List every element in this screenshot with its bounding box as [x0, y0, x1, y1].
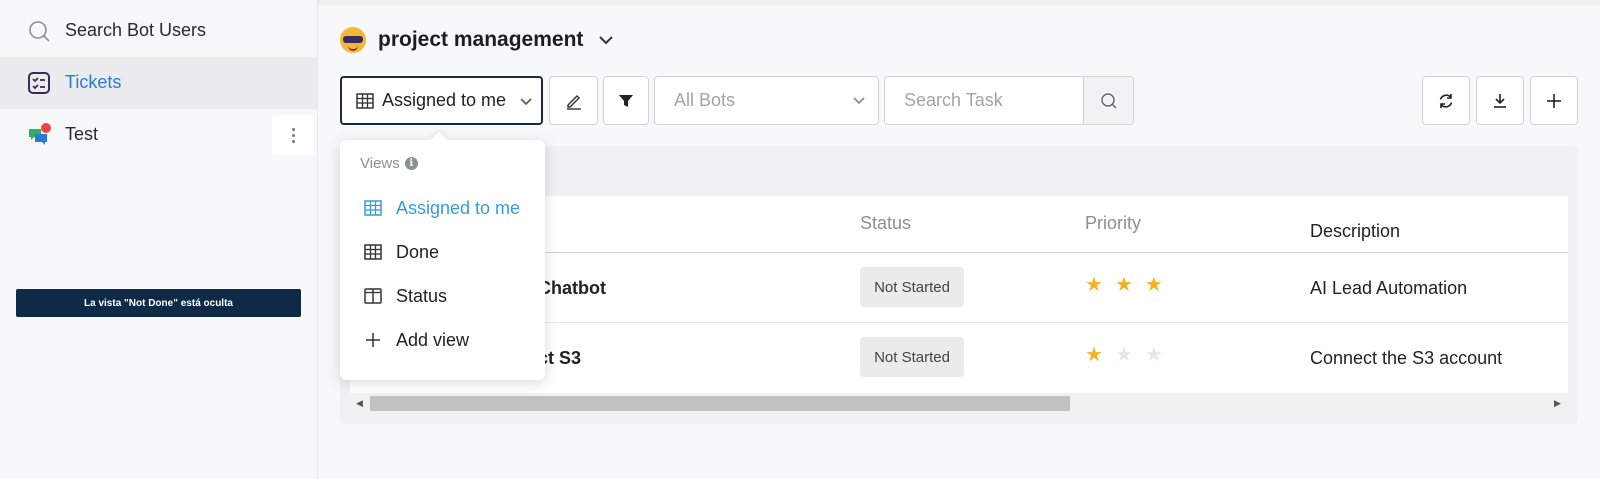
status-badge[interactable]: Not Started [860, 337, 964, 377]
download-icon [1494, 93, 1506, 108]
horizontal-scrollbar[interactable]: ◀ ▶ [350, 393, 1568, 413]
download-button[interactable] [1476, 76, 1524, 125]
scroll-right-icon[interactable]: ▶ [1554, 398, 1561, 409]
views-dropdown: Views i Assigned to me Done Status Add v… [340, 140, 545, 380]
add-view-button[interactable]: Add view [340, 318, 545, 362]
info-icon[interactable]: i [404, 157, 418, 170]
pencil-icon [566, 94, 581, 110]
refresh-icon [1439, 93, 1453, 108]
search-task-field [884, 76, 1134, 125]
filter-icon [619, 94, 633, 107]
column-header-status[interactable]: Status [860, 213, 911, 234]
task-description: Connect the S3 account [1310, 348, 1503, 368]
star-icon[interactable]: ★ [1145, 275, 1163, 295]
chevron-down-icon [520, 98, 532, 106]
sidebar-item-test[interactable]: Test [0, 109, 317, 161]
project-emoji-icon [340, 27, 366, 53]
table-icon [364, 244, 382, 260]
priority-rating[interactable]: ★ ★ ★ [1085, 275, 1163, 295]
star-icon[interactable]: ★ [1145, 345, 1163, 365]
view-option-done[interactable]: Done [340, 230, 545, 274]
table-icon [356, 93, 374, 109]
scrollbar-thumb[interactable] [370, 396, 1070, 411]
kanban-icon [364, 288, 382, 304]
top-border [318, 0, 1600, 5]
view-option-label: Done [396, 242, 440, 262]
hidden-view-tooltip: La vista "Not Done" está oculta [16, 289, 301, 317]
view-select-label: Assigned to me [382, 90, 507, 110]
sidebar-item-tickets[interactable]: Tickets [0, 57, 317, 109]
views-header-label: Views [360, 155, 400, 172]
project-selector[interactable]: project management [340, 24, 615, 56]
task-description: AI Lead Automation [1310, 278, 1468, 298]
sidebar: Search Bot Users Tickets Test La vista "… [0, 0, 318, 479]
view-option-label: Status [396, 286, 448, 306]
search-icon [29, 21, 50, 42]
search-bot-users[interactable]: Search Bot Users [0, 5, 317, 57]
view-option-label: Assigned to me [396, 198, 521, 218]
view-select[interactable]: Assigned to me [340, 76, 543, 125]
view-option-label: Add view [396, 330, 470, 350]
refresh-button[interactable] [1422, 76, 1470, 125]
table-icon [364, 200, 382, 216]
plus-icon [366, 333, 380, 347]
sidebar-item-label: Test [65, 124, 99, 144]
edit-view-button[interactable] [549, 76, 598, 125]
search-task-input[interactable] [885, 77, 1083, 124]
chevron-down-icon [853, 97, 865, 105]
plus-icon [1547, 93, 1561, 108]
scroll-left-icon[interactable]: ◀ [356, 398, 363, 409]
checklist-icon [28, 72, 50, 94]
chevron-down-icon [599, 36, 614, 45]
status-badge[interactable]: Not Started [860, 267, 964, 307]
star-icon[interactable]: ★ [1115, 345, 1133, 365]
filter-button[interactable] [603, 76, 649, 125]
views-header: Views i [360, 155, 418, 172]
bots-select[interactable]: All Bots [654, 76, 879, 125]
star-icon[interactable]: ★ [1085, 345, 1103, 365]
star-icon[interactable]: ★ [1085, 275, 1103, 295]
chat-bubbles-icon [29, 123, 51, 145]
view-option-status[interactable]: Status [340, 274, 545, 318]
column-header-description[interactable]: Description [1310, 221, 1400, 242]
search-task-button[interactable] [1083, 77, 1133, 124]
star-icon[interactable]: ★ [1115, 275, 1133, 295]
bots-select-label: All Bots [674, 90, 736, 110]
column-header-priority[interactable]: Priority [1085, 213, 1141, 234]
more-options-icon[interactable] [272, 115, 314, 155]
page-title: project management [378, 28, 584, 51]
sidebar-item-label: Tickets [65, 72, 122, 92]
priority-rating[interactable]: ★ ★ ★ [1085, 345, 1163, 365]
task-name[interactable]: Chatbot [538, 278, 606, 299]
search-bot-users-label: Search Bot Users [65, 20, 207, 40]
add-task-button[interactable] [1530, 76, 1578, 125]
view-option-assigned-to-me[interactable]: Assigned to me [340, 186, 545, 230]
search-icon [1101, 92, 1117, 108]
